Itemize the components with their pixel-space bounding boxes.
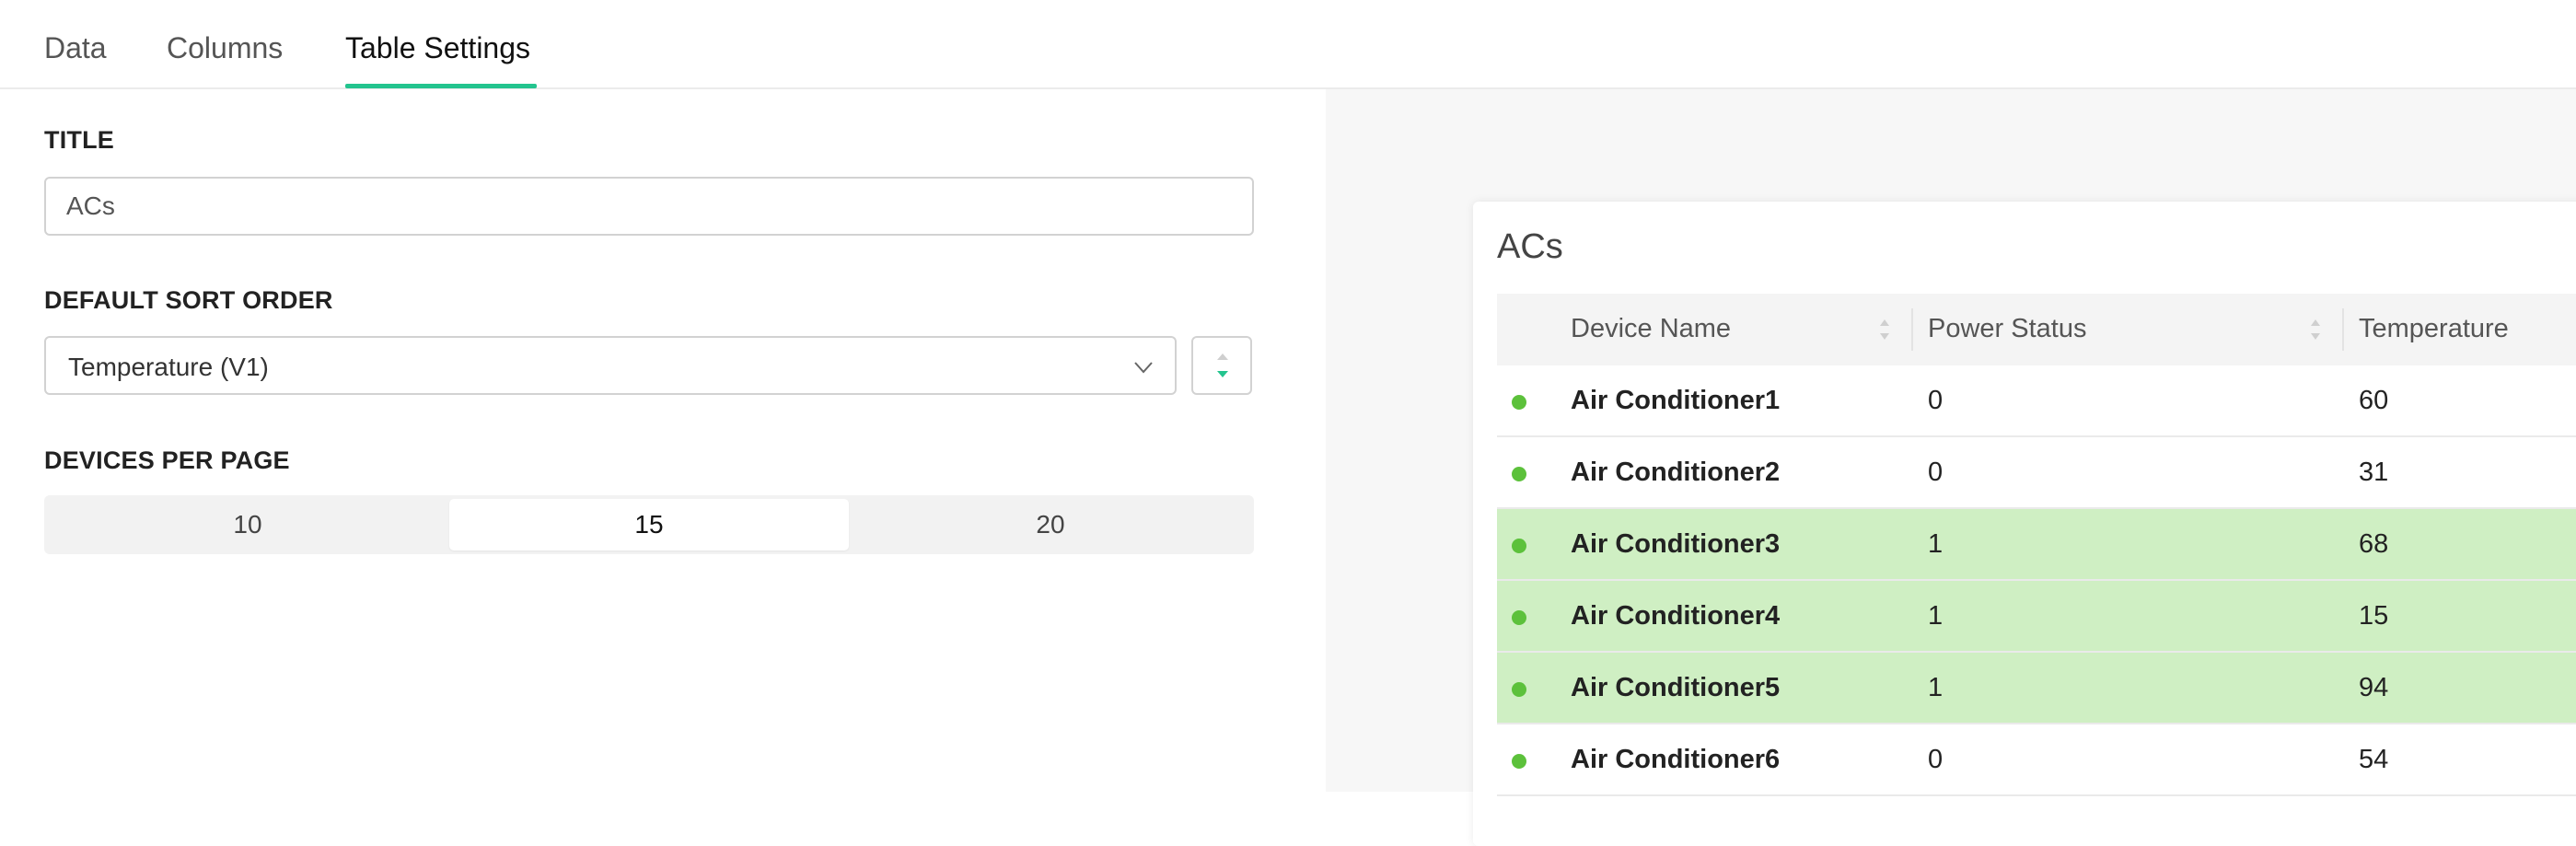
power-status-cell: 1 [1928,529,1944,559]
power-status-cell: 1 [1928,601,1944,631]
device-name-cell: Air Conditioner3 [1571,529,1781,559]
table-row[interactable]: Air Conditioner4 1 15 [1497,581,2576,653]
default-sort-order-label: DEFAULT SORT ORDER [44,286,333,314]
temperature-cell: 15 [2359,601,2389,631]
table-row[interactable]: Air Conditioner1 0 60 [1497,365,2576,437]
device-table: Device Name Power Status Temperature Air… [1497,294,2576,796]
table-header: Device Name Power Status Temperature [1497,294,2576,365]
tab-bar: Data Columns Table Settings [0,0,2576,89]
sort-descending-icon [1217,353,1228,377]
column-divider [1911,308,1913,351]
devices-per-page-selector: 10 15 20 [44,495,1254,554]
device-name-cell: Air Conditioner6 [1571,745,1781,774]
column-header-power-status[interactable]: Power Status [1928,314,2086,344]
power-status-cell: 0 [1928,386,1944,415]
sort-icon[interactable] [1878,318,1891,342]
tab-columns[interactable]: Columns [167,31,283,65]
status-dot [1512,395,1526,410]
table-widget-preview: ACs Device Name Power Status Temperature… [1473,202,2576,846]
status-dot [1512,682,1526,697]
column-header-temperature[interactable]: Temperature [2359,314,2509,344]
device-name-cell: Air Conditioner4 [1571,601,1781,631]
table-row[interactable]: Air Conditioner2 0 31 [1497,437,2576,509]
preview-pane: ACs Device Name Power Status Temperature… [1326,89,2576,846]
temperature-cell: 31 [2359,458,2389,487]
sort-direction-button[interactable] [1191,336,1252,395]
sort-icon[interactable] [2309,318,2322,342]
tab-table-settings[interactable]: Table Settings [345,31,530,65]
device-name-cell: Air Conditioner1 [1571,386,1781,415]
temperature-cell: 54 [2359,745,2389,774]
devices-per-page-10[interactable]: 10 [48,499,447,550]
tab-data[interactable]: Data [44,31,107,65]
devices-per-page-20[interactable]: 20 [851,499,1250,550]
devices-per-page-15[interactable]: 15 [449,499,849,550]
status-dot [1512,610,1526,625]
chevron-down-icon [1134,362,1153,374]
power-status-cell: 0 [1928,458,1944,487]
status-dot [1512,539,1526,553]
devices-per-page-label: DEVICES PER PAGE [44,446,290,474]
table-body: Air Conditioner1 0 60 Air Conditioner2 0… [1497,365,2576,796]
active-tab-indicator [345,84,537,88]
table-row[interactable]: Air Conditioner6 0 54 [1497,724,2576,796]
table-row[interactable]: Air Conditioner3 1 68 [1497,509,2576,581]
column-divider [2342,308,2344,351]
widget-title: ACs [1497,227,1563,266]
temperature-cell: 60 [2359,386,2389,415]
status-dot [1512,467,1526,481]
temperature-cell: 94 [2359,673,2389,702]
table-row[interactable]: Air Conditioner5 1 94 [1497,653,2576,724]
status-dot [1512,754,1526,769]
device-name-cell: Air Conditioner2 [1571,458,1781,487]
column-header-device-name[interactable]: Device Name [1571,314,1731,344]
device-name-cell: Air Conditioner5 [1571,673,1781,702]
power-status-cell: 1 [1928,673,1944,702]
temperature-cell: 68 [2359,529,2389,559]
sort-order-value: Temperature (V1) [68,353,269,381]
title-label: TITLE [44,126,114,154]
power-status-cell: 0 [1928,745,1944,774]
title-input[interactable] [44,177,1254,236]
sort-order-select[interactable]: Temperature (V1) [44,336,1177,395]
